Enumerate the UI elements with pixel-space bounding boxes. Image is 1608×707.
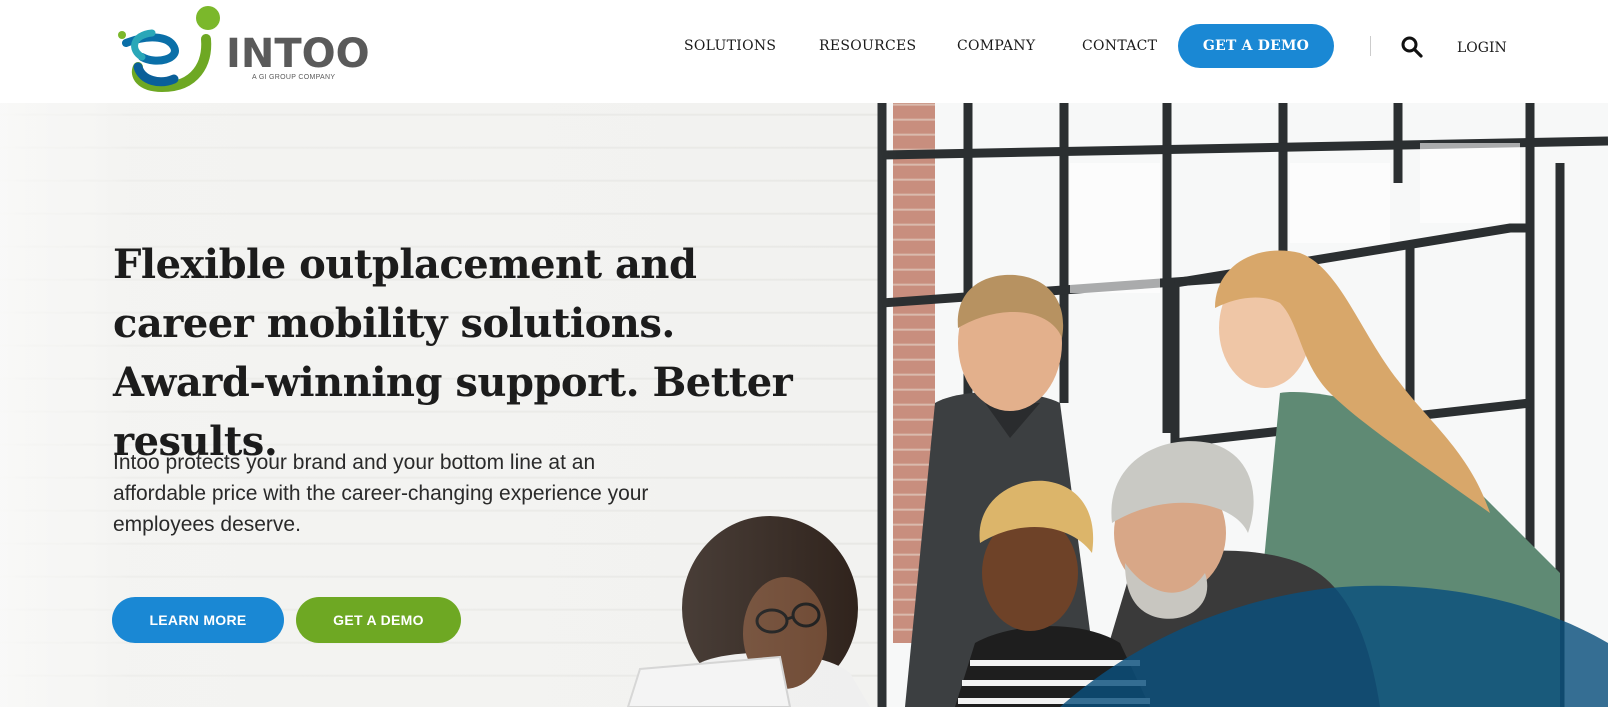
logo-wordmark: INTOO [226,31,370,77]
nav-company[interactable]: COMPANY [957,38,1035,54]
nav-contact[interactable]: CONTACT [1082,38,1157,54]
nav-resources[interactable]: RESOURCES [819,38,916,54]
learn-more-button[interactable]: LEARN MORE [112,597,284,643]
site-header: INTOO A GI GROUP COMPANY SOLUTIONS RESOU… [0,0,1608,103]
hero-get-a-demo-button[interactable]: GET A DEMO [296,597,461,643]
intoo-logo[interactable]: INTOO A GI GROUP COMPANY [116,5,370,93]
hero-headline: Flexible outplacement and career mobilit… [113,241,793,465]
login-link[interactable]: LOGIN [1457,40,1507,56]
hero-section: Flexible outplacement and career mobilit… [0,103,1608,707]
logo-tagline: A GI GROUP COMPANY [252,74,336,81]
logo-mark-icon [118,6,220,93]
hero-subtext: Intoo protects your brand and your botto… [113,451,649,536]
header-divider [1370,36,1371,56]
header-get-a-demo-button[interactable]: GET A DEMO [1178,24,1334,68]
search-icon[interactable] [1400,35,1424,59]
nav-solutions[interactable]: SOLUTIONS [684,38,776,54]
